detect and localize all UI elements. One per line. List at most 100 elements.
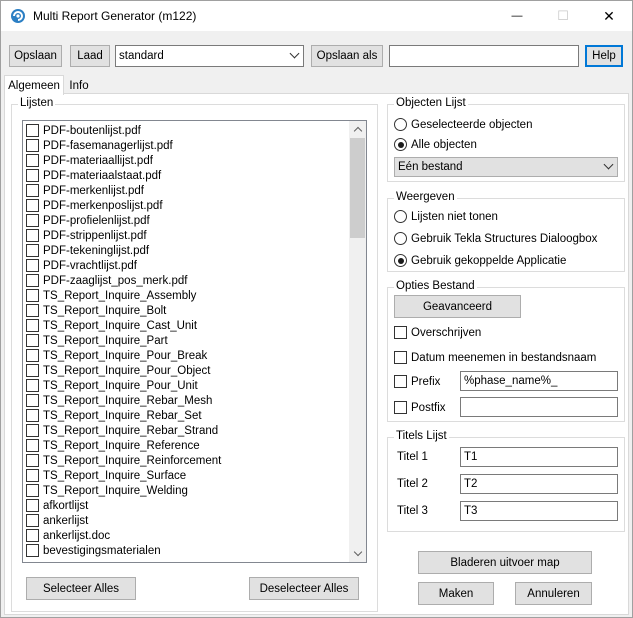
chevron-down-icon [603,159,614,170]
maximize-button[interactable]: ☐ [540,1,586,31]
list-item[interactable]: TS_Report_Inquire_Cast_Unit [26,318,197,333]
cancel-button[interactable]: Annuleren [515,582,592,605]
list-item-checkbox[interactable] [26,244,39,257]
radio-no-lists[interactable]: Lijsten niet tonen [394,210,498,223]
list-item[interactable]: TS_Report_Inquire_Welding [26,483,188,498]
list-item-checkbox[interactable] [26,544,39,557]
make-button[interactable]: Maken [418,582,494,605]
list-item[interactable]: TS_Report_Inquire_Assembly [26,288,196,303]
save-as-button[interactable]: Opslaan als [311,45,383,67]
prefix-checkbox[interactable]: Prefix [394,375,440,388]
list-item-checkbox[interactable] [26,259,39,272]
list-item-checkbox[interactable] [26,454,39,467]
list-item-label: PDF-fasemanagerlijst.pdf [43,139,173,152]
list-item-checkbox[interactable] [26,349,39,362]
display-group-title: Weergeven [394,191,457,203]
list-item[interactable]: ankerlijst.doc [26,528,110,543]
list-item-checkbox[interactable] [26,379,39,392]
save-button[interactable]: Opslaan [9,45,62,67]
radio-linked-app[interactable]: Gebruik gekoppelde Applicatie [394,254,566,267]
list-item[interactable]: TS_Report_Inquire_Rebar_Strand [26,423,218,438]
list-item-checkbox[interactable] [26,199,39,212]
list-item-checkbox[interactable] [26,394,39,407]
list-item-checkbox[interactable] [26,364,39,377]
minimize-button[interactable]: — [494,1,540,31]
postfix-input[interactable] [460,397,618,417]
list-item-checkbox[interactable] [26,334,39,347]
list-item[interactable]: bevestigingsmaterialen [26,543,161,558]
list-item[interactable]: PDF-profielenlijst.pdf [26,213,150,228]
list-item-checkbox[interactable] [26,169,39,182]
list-item[interactable]: PDF-zaaglijst_pos_merk.pdf [26,273,187,288]
list-item-checkbox[interactable] [26,274,39,287]
list-item-checkbox[interactable] [26,484,39,497]
list-item[interactable]: afkortlijst [26,498,88,513]
list-item[interactable]: PDF-strippenlijst.pdf [26,228,147,243]
list-item[interactable]: TS_Report_Inquire_Bolt [26,303,166,318]
help-button[interactable]: Help [585,45,623,67]
list-item-checkbox[interactable] [26,424,39,437]
list-item[interactable]: ankerlijst [26,513,88,528]
list-item-checkbox[interactable] [26,514,39,527]
preset-select[interactable]: standard [115,45,304,67]
list-item-checkbox[interactable] [26,499,39,512]
title-bar[interactable]: Multi Report Generator (m122) — ☐ ✕ [1,1,632,31]
list-item[interactable]: TS_Report_Inquire_Rebar_Set [26,408,202,423]
list-item-checkbox[interactable] [26,289,39,302]
list-item[interactable]: PDF-materiaalstaat.pdf [26,168,161,183]
prefix-input[interactable]: %phase_name%_ [460,371,618,391]
scroll-thumb[interactable] [350,138,365,238]
list-item[interactable]: PDF-materiaallijst.pdf [26,153,153,168]
radio-selected-objects[interactable]: Geselecteerde objecten [394,118,532,131]
list-item[interactable]: TS_Report_Inquire_Pour_Break [26,348,207,363]
list-item[interactable]: PDF-vrachtlijst.pdf [26,258,137,273]
file-mode-select[interactable]: Eén bestand [394,157,618,177]
list-item[interactable]: TS_Report_Inquire_Part [26,333,168,348]
list-item[interactable]: TS_Report_Inquire_Rebar_Mesh [26,393,212,408]
load-button[interactable]: Laad [70,45,110,67]
title-2-input[interactable]: T2 [460,474,618,494]
list-item-checkbox[interactable] [26,184,39,197]
radio-all-objects[interactable]: Alle objecten [394,138,477,151]
title-1-input[interactable]: T1 [460,447,618,467]
list-item-checkbox[interactable] [26,529,39,542]
date-in-filename-checkbox[interactable]: Datum meenemen in bestandsnaam [394,351,596,364]
select-all-button[interactable]: Selecteer Alles [26,577,136,600]
list-item-checkbox[interactable] [26,304,39,317]
tab-algemeen[interactable]: Algemeen [4,75,64,95]
list-item[interactable]: TS_Report_Inquire_Pour_Object [26,363,211,378]
list-scrollbar[interactable] [349,121,366,562]
list-item-label: TS_Report_Inquire_Surface [43,469,187,482]
list-item-checkbox[interactable] [26,214,39,227]
save-as-name-input[interactable] [389,45,579,67]
list-item-checkbox[interactable] [26,139,39,152]
list-item[interactable]: TS_Report_Inquire_Reference [26,438,200,453]
list-item-label: TS_Report_Inquire_Rebar_Strand [43,424,219,437]
list-item-checkbox[interactable] [26,154,39,167]
scroll-up-arrow[interactable] [349,121,366,138]
list-item[interactable]: TS_Report_Inquire_Reinforcement [26,453,221,468]
list-item-checkbox[interactable] [26,229,39,242]
list-item-checkbox[interactable] [26,469,39,482]
list-item-checkbox[interactable] [26,409,39,422]
radio-tekla-dialog[interactable]: Gebruik Tekla Structures Dialoogbox [394,232,597,245]
deselect-all-button[interactable]: Deselecteer Alles [249,577,359,600]
browse-output-folder-button[interactable]: Bladeren uitvoer map [418,551,592,574]
postfix-checkbox[interactable]: Postfix [394,401,446,414]
list-item-checkbox[interactable] [26,319,39,332]
list-item[interactable]: PDF-fasemanagerlijst.pdf [26,138,173,153]
list-item[interactable]: PDF-merkenposlijst.pdf [26,198,163,213]
reports-listbox[interactable]: PDF-boutenlijst.pdf PDF-fasemanagerlijst.… [22,120,367,563]
list-item[interactable]: PDF-tekeninglijst.pdf [26,243,149,258]
list-item-checkbox[interactable] [26,439,39,452]
list-item[interactable]: TS_Report_Inquire_Pour_Unit [26,378,198,393]
list-item[interactable]: PDF-merkenlijst.pdf [26,183,144,198]
list-item-checkbox[interactable] [26,124,39,137]
list-item[interactable]: TS_Report_Inquire_Surface [26,468,186,483]
list-item[interactable]: PDF-boutenlijst.pdf [26,123,141,138]
overwrite-checkbox[interactable]: Overschrijven [394,326,481,339]
advanced-button[interactable]: Geavanceerd [394,295,521,318]
title-3-input[interactable]: T3 [460,501,618,521]
scroll-down-arrow[interactable] [349,545,366,562]
close-window-button[interactable]: ✕ [586,1,632,31]
